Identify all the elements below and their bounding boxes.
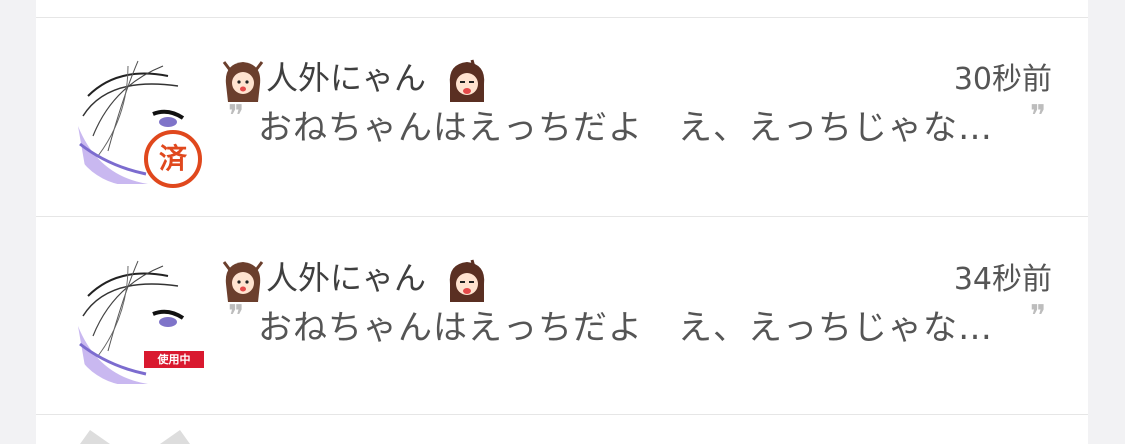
- avatar[interactable]: [80, 430, 190, 444]
- message-preview: おねちゃんはえっちだよ え、えっちじゃな…: [258, 308, 993, 348]
- message-preview: おねちゃんはえっちだよ え、えっちじゃな…: [258, 108, 993, 148]
- girl-crying-icon: [449, 259, 485, 302]
- contact-name: 人外にゃん: [266, 59, 427, 97]
- girl-face-icon: [222, 61, 264, 102]
- timestamp: 30秒前: [953, 62, 1052, 97]
- contact-name: 人外にゃん: [266, 259, 427, 297]
- status-stamp: 済: [144, 130, 202, 188]
- girl-crying-icon: [449, 59, 485, 102]
- divider: [36, 216, 1088, 217]
- timestamp: 34秒前: [953, 262, 1052, 297]
- list-item[interactable]: 済 人外にゃん 30秒前 ❞ おねちゃんはえっちだよ え、えっちじゃな… ❞: [36, 18, 1088, 214]
- girl-face-icon: [222, 261, 264, 302]
- quote-close-icon: ❞: [1030, 299, 1047, 334]
- quote-open-icon: ❞: [228, 299, 245, 334]
- in-use-badge: 使用中: [144, 351, 204, 368]
- quote-close-icon: ❞: [1030, 99, 1047, 134]
- quote-open-icon: ❞: [228, 99, 245, 134]
- list-item[interactable]: 使用中 人外にゃん 34秒前 ❞ おねちゃんはえっちだよ え、えっちじゃな… ❞: [36, 218, 1088, 414]
- divider: [36, 414, 1088, 415]
